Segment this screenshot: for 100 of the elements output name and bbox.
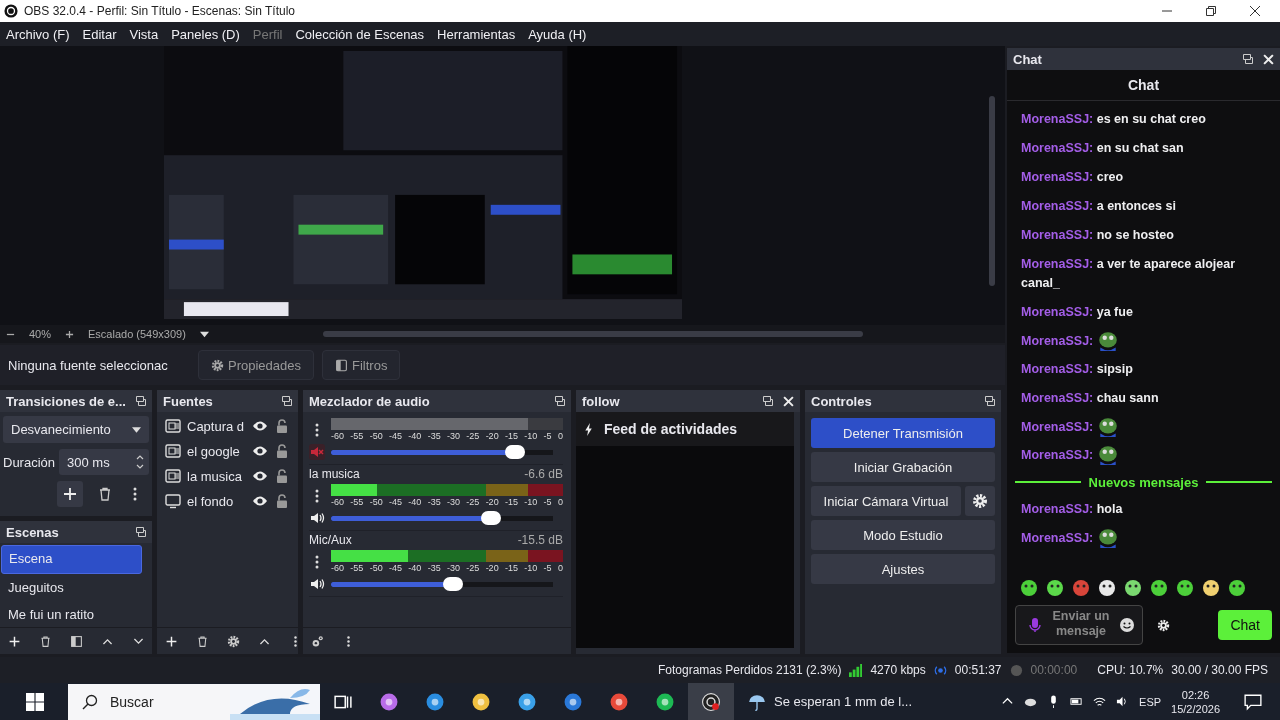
muted-speaker-icon[interactable] bbox=[309, 444, 325, 460]
emote-icon[interactable] bbox=[1019, 577, 1039, 597]
scale-tick: 0 bbox=[557, 497, 563, 507]
emote-icon[interactable] bbox=[1227, 577, 1247, 597]
control-button[interactable]: Detener Transmisión bbox=[811, 418, 995, 448]
app-icon[interactable] bbox=[380, 692, 398, 711]
scale-tick: -25 bbox=[466, 431, 480, 441]
emote-icon[interactable] bbox=[1045, 577, 1065, 597]
menu-item[interactable]: Archivo (F) bbox=[6, 26, 70, 42]
float-icon[interactable] bbox=[282, 396, 292, 406]
app-icon[interactable] bbox=[472, 692, 490, 711]
channel-name: Mic/Aux bbox=[309, 533, 352, 547]
scale-tick: -30 bbox=[446, 431, 460, 441]
lightning-icon bbox=[584, 422, 594, 436]
dock-title: Mezclador de audio bbox=[309, 393, 431, 409]
window-capture-icon bbox=[165, 418, 181, 434]
lock-icon[interactable] bbox=[274, 468, 290, 484]
source-item[interactable]: Captura d bbox=[187, 418, 246, 434]
menu-item[interactable]: Vista bbox=[129, 26, 159, 42]
scale-tick: -55 bbox=[350, 431, 364, 441]
app-icon[interactable] bbox=[610, 692, 628, 711]
source-item[interactable]: el google bbox=[187, 443, 246, 459]
slider-thumb[interactable] bbox=[505, 445, 526, 459]
app-logo-icon bbox=[4, 4, 18, 18]
scene-item[interactable]: Jueguitos bbox=[1, 574, 142, 601]
app-logo-icon[interactable] bbox=[702, 692, 720, 711]
scene-item[interactable]: Escena bbox=[1, 545, 142, 574]
app-icon[interactable] bbox=[656, 692, 674, 711]
source-bar-button[interactable]: Propiedades bbox=[198, 350, 314, 380]
float-icon[interactable] bbox=[136, 527, 146, 537]
caret-icon[interactable] bbox=[132, 426, 141, 433]
menu-item[interactable]: Herramientas bbox=[437, 26, 516, 42]
app-icon[interactable] bbox=[564, 692, 582, 711]
control-button[interactable]: Iniciar Cámara Virtual bbox=[811, 486, 961, 516]
settings-button[interactable] bbox=[965, 486, 995, 516]
add-icon[interactable] bbox=[165, 634, 178, 648]
control-button[interactable]: Iniciar Grabación bbox=[811, 452, 995, 482]
slider-thumb[interactable] bbox=[443, 577, 464, 591]
restore-icon[interactable] bbox=[1206, 6, 1216, 16]
app-icon[interactable] bbox=[518, 692, 536, 711]
emote-icon[interactable] bbox=[1149, 577, 1169, 597]
weather-text[interactable]: Se esperan 1 mm de l... bbox=[774, 694, 912, 709]
control-button[interactable]: Modo Estudio bbox=[811, 520, 995, 550]
zoom-level: 40% bbox=[29, 328, 52, 340]
float-icon[interactable] bbox=[763, 396, 773, 406]
menu-item[interactable]: Colección de Escenas bbox=[295, 26, 425, 42]
filter-icon[interactable] bbox=[70, 634, 83, 648]
taskbar-search[interactable]: Buscar bbox=[68, 683, 320, 720]
dropdown-caret-icon[interactable] bbox=[199, 329, 209, 339]
source-bar-button[interactable]: Filtros bbox=[322, 350, 401, 380]
settings-icon[interactable] bbox=[311, 634, 324, 648]
add-icon[interactable] bbox=[57, 481, 83, 507]
lock-icon[interactable] bbox=[274, 493, 290, 509]
speaker-icon[interactable] bbox=[309, 510, 325, 526]
menu-item[interactable]: Editar bbox=[82, 26, 117, 42]
add-icon[interactable] bbox=[8, 634, 21, 648]
signal-icon bbox=[849, 663, 863, 677]
float-icon[interactable] bbox=[136, 396, 146, 406]
speaker-icon[interactable] bbox=[309, 576, 325, 592]
source-item[interactable]: la musica bbox=[187, 468, 246, 484]
menu-item[interactable]: Ayuda (H) bbox=[528, 26, 587, 42]
trash-icon[interactable] bbox=[97, 486, 113, 502]
scene-item[interactable]: Me fui un ratito bbox=[1, 601, 142, 627]
app-icon[interactable] bbox=[426, 692, 444, 711]
windows-start-icon[interactable] bbox=[26, 692, 44, 711]
chat-send-button[interactable]: Chat bbox=[1218, 610, 1272, 640]
clock-time[interactable]: 02:26 bbox=[1181, 687, 1210, 702]
clock-date[interactable]: 15/2/2026 bbox=[1171, 701, 1220, 716]
duration-label: Duración bbox=[3, 454, 56, 470]
wifi-icon[interactable] bbox=[1093, 695, 1107, 708]
lock-icon[interactable] bbox=[274, 443, 290, 459]
emoji-icon[interactable] bbox=[1119, 617, 1135, 633]
scale-tick: -45 bbox=[389, 431, 402, 441]
duration-field[interactable]: 300 ms bbox=[59, 449, 149, 475]
zoom-in-icon[interactable] bbox=[65, 329, 75, 339]
close-icon[interactable] bbox=[1250, 6, 1260, 16]
message-input[interactable]: Enviar un mensaje bbox=[1015, 605, 1143, 645]
settings-icon[interactable] bbox=[227, 634, 240, 648]
float-icon[interactable] bbox=[985, 396, 995, 406]
scale-tick: -15 bbox=[504, 497, 518, 507]
notifications-icon[interactable] bbox=[1244, 692, 1262, 711]
control-button[interactable]: Ajustes bbox=[811, 554, 995, 584]
battery-icon[interactable] bbox=[1070, 695, 1084, 708]
trash-icon[interactable] bbox=[39, 634, 52, 648]
trash-icon[interactable] bbox=[196, 634, 209, 648]
menu-item[interactable]: Paneles (D) bbox=[171, 26, 240, 42]
emote-icon[interactable] bbox=[1123, 577, 1143, 597]
source-item[interactable]: el fondo bbox=[187, 493, 246, 509]
stream-time: 00:51:37 bbox=[954, 663, 1002, 677]
frog-emote-icon bbox=[1097, 444, 1120, 466]
float-icon[interactable] bbox=[555, 396, 565, 406]
float-icon[interactable] bbox=[1243, 54, 1253, 64]
emote-icon[interactable] bbox=[1201, 577, 1221, 597]
chat-header: Chat bbox=[1007, 70, 1280, 101]
language-indicator[interactable]: ESP bbox=[1139, 695, 1162, 708]
transition-dropdown[interactable]: Desvanecimiento bbox=[3, 416, 149, 443]
lock-icon[interactable] bbox=[274, 418, 290, 434]
slider-thumb[interactable] bbox=[480, 511, 501, 525]
emote-icon[interactable] bbox=[1175, 577, 1195, 597]
emote-icon[interactable] bbox=[1097, 577, 1117, 597]
